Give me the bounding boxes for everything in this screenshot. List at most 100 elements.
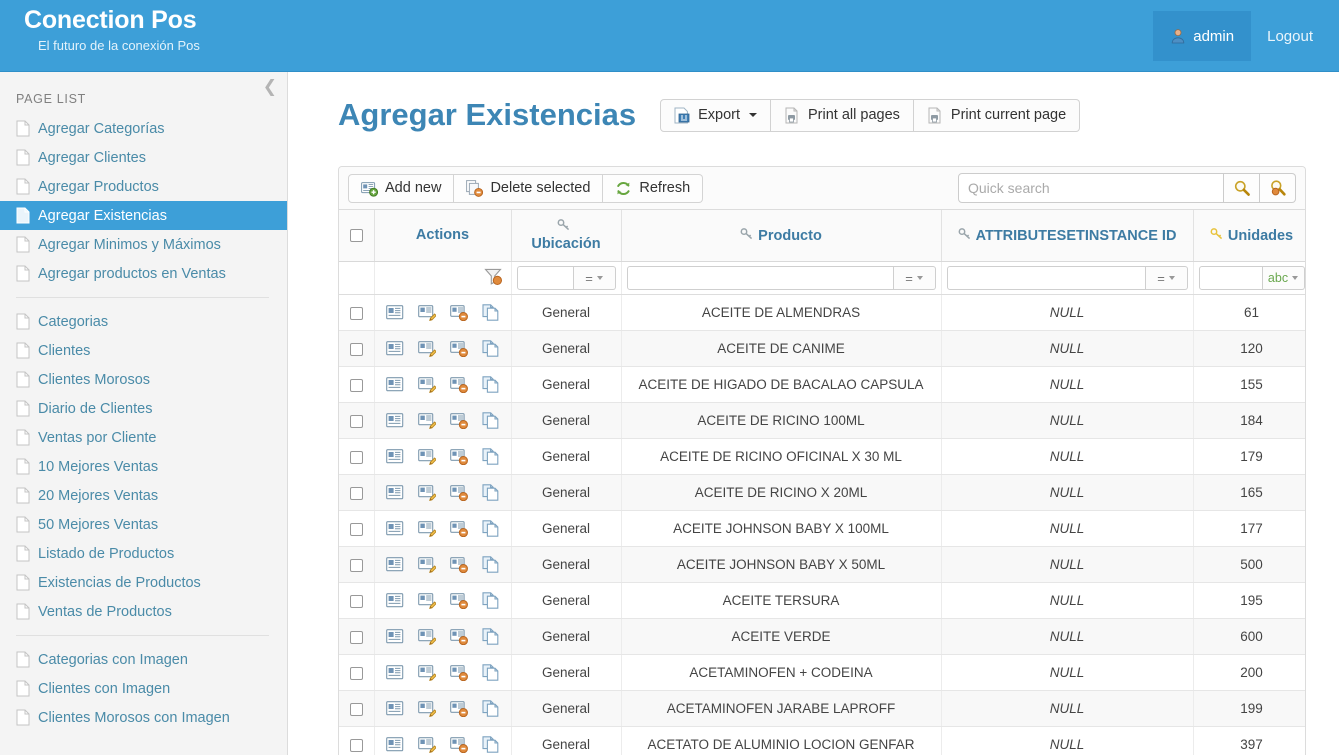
search-button[interactable]: [1224, 173, 1260, 203]
row-checkbox[interactable]: [350, 703, 363, 716]
edit-record-icon[interactable]: [418, 557, 436, 573]
view-record-icon[interactable]: [386, 413, 404, 428]
copy-record-icon[interactable]: [482, 448, 500, 465]
edit-record-icon[interactable]: [418, 593, 436, 609]
copy-record-icon[interactable]: [482, 484, 500, 501]
sidebar-collapse-icon[interactable]: ❮: [263, 80, 277, 94]
view-record-icon[interactable]: [386, 521, 404, 536]
header-unidades[interactable]: Unidades: [1193, 210, 1306, 262]
row-checkbox[interactable]: [350, 379, 363, 392]
sidebar-item-agregar-clientes[interactable]: Agregar Clientes: [0, 143, 287, 172]
row-checkbox[interactable]: [350, 451, 363, 464]
view-record-icon[interactable]: [386, 701, 404, 716]
row-checkbox[interactable]: [350, 631, 363, 644]
view-record-icon[interactable]: [386, 737, 404, 752]
sidebar-item-clientes-morosos-con-imagen[interactable]: Clientes Morosos con Imagen: [0, 703, 287, 732]
copy-record-icon[interactable]: [482, 736, 500, 753]
advanced-search-button[interactable]: [1260, 173, 1296, 203]
view-record-icon[interactable]: [386, 665, 404, 680]
copy-record-icon[interactable]: [482, 304, 500, 321]
row-checkbox[interactable]: [350, 487, 363, 500]
delete-record-icon[interactable]: [450, 593, 468, 609]
row-select-cell[interactable]: [339, 655, 374, 691]
row-select-cell[interactable]: [339, 691, 374, 727]
refresh-button[interactable]: Refresh: [603, 174, 703, 203]
sidebar-item-categorias[interactable]: Categorias: [0, 307, 287, 336]
row-select-cell[interactable]: [339, 511, 374, 547]
logout-button[interactable]: Logout: [1251, 11, 1329, 61]
table-row[interactable]: GeneralACEITE TERSURANULL195: [339, 583, 1306, 619]
filter-producto-operator[interactable]: =: [894, 266, 936, 290]
sidebar-item-20-mejores-ventas[interactable]: 20 Mejores Ventas: [0, 481, 287, 510]
filter-attribute-input[interactable]: [947, 266, 1146, 290]
view-record-icon[interactable]: [386, 377, 404, 392]
delete-record-icon[interactable]: [450, 557, 468, 573]
sidebar-item-ventas-por-cliente[interactable]: Ventas por Cliente: [0, 423, 287, 452]
row-select-cell[interactable]: [339, 331, 374, 367]
row-checkbox[interactable]: [350, 595, 363, 608]
row-checkbox[interactable]: [350, 667, 363, 680]
table-row[interactable]: GeneralACEITE VERDENULL600: [339, 619, 1306, 655]
sidebar-item-clientes-con-imagen[interactable]: Clientes con Imagen: [0, 674, 287, 703]
edit-record-icon[interactable]: [418, 665, 436, 681]
copy-record-icon[interactable]: [482, 664, 500, 681]
row-select-cell[interactable]: [339, 583, 374, 619]
print-all-pages-button[interactable]: Print all pages: [771, 99, 914, 132]
table-row[interactable]: GeneralACEITE DE HIGADO DE BACALAO CAPSU…: [339, 367, 1306, 403]
sidebar-item-existencias-de-productos[interactable]: Existencias de Productos: [0, 568, 287, 597]
header-attributesetinstance-id[interactable]: ATTRIBUTESETINSTANCE ID: [941, 210, 1193, 262]
copy-record-icon[interactable]: [482, 520, 500, 537]
row-checkbox[interactable]: [350, 559, 363, 572]
delete-record-icon[interactable]: [450, 665, 468, 681]
delete-record-icon[interactable]: [450, 377, 468, 393]
header-producto[interactable]: Producto: [621, 210, 941, 262]
sidebar-item-clientes[interactable]: Clientes: [0, 336, 287, 365]
search-input[interactable]: [958, 173, 1224, 203]
copy-record-icon[interactable]: [482, 376, 500, 393]
view-record-icon[interactable]: [386, 557, 404, 572]
filter-ubicacion-operator[interactable]: =: [574, 266, 616, 290]
admin-button[interactable]: admin: [1153, 11, 1251, 61]
sidebar-item-agregar-existencias[interactable]: Agregar Existencias: [0, 201, 287, 230]
sidebar-item-diario-de-clientes[interactable]: Diario de Clientes: [0, 394, 287, 423]
edit-record-icon[interactable]: [418, 305, 436, 321]
filter-ubicacion-input[interactable]: [517, 266, 574, 290]
delete-record-icon[interactable]: [450, 629, 468, 645]
delete-record-icon[interactable]: [450, 485, 468, 501]
table-row[interactable]: GeneralACEITE DE CANIMENULL120: [339, 331, 1306, 367]
sidebar-item-agregar-productos[interactable]: Agregar Productos: [0, 172, 287, 201]
delete-record-icon[interactable]: [450, 341, 468, 357]
view-record-icon[interactable]: [386, 305, 404, 320]
sidebar-item-agregar-productos-en-ventas[interactable]: Agregar productos en Ventas: [0, 259, 287, 288]
filter-attribute-operator[interactable]: =: [1146, 266, 1188, 290]
row-select-cell[interactable]: [339, 727, 374, 755]
sidebar-item-agregar-categor-as[interactable]: Agregar Categorías: [0, 114, 287, 143]
filter-producto-input[interactable]: [627, 266, 894, 290]
delete-record-icon[interactable]: [450, 737, 468, 753]
copy-record-icon[interactable]: [482, 412, 500, 429]
delete-record-icon[interactable]: [450, 701, 468, 717]
sidebar-item-ventas-de-productos[interactable]: Ventas de Productos: [0, 597, 287, 626]
table-row[interactable]: GeneralACEITE DE ALMENDRASNULL61: [339, 295, 1306, 331]
delete-record-icon[interactable]: [450, 305, 468, 321]
copy-record-icon[interactable]: [482, 556, 500, 573]
row-select-cell[interactable]: [339, 295, 374, 331]
delete-record-icon[interactable]: [450, 449, 468, 465]
export-button[interactable]: Export: [660, 99, 771, 132]
edit-record-icon[interactable]: [418, 737, 436, 753]
edit-record-icon[interactable]: [418, 521, 436, 537]
copy-record-icon[interactable]: [482, 592, 500, 609]
view-record-icon[interactable]: [386, 449, 404, 464]
print-current-page-button[interactable]: Print current page: [914, 99, 1080, 132]
header-ubicacion[interactable]: Ubicación: [511, 210, 621, 262]
row-select-cell[interactable]: [339, 439, 374, 475]
row-checkbox[interactable]: [350, 307, 363, 320]
table-row[interactable]: GeneralACETAMINOFEN + CODEINANULL200: [339, 655, 1306, 691]
row-select-cell[interactable]: [339, 403, 374, 439]
add-new-button[interactable]: Add new: [348, 174, 454, 203]
view-record-icon[interactable]: [386, 341, 404, 356]
edit-record-icon[interactable]: [418, 449, 436, 465]
view-record-icon[interactable]: [386, 485, 404, 500]
select-all-checkbox[interactable]: [350, 229, 363, 242]
delete-record-icon[interactable]: [450, 521, 468, 537]
